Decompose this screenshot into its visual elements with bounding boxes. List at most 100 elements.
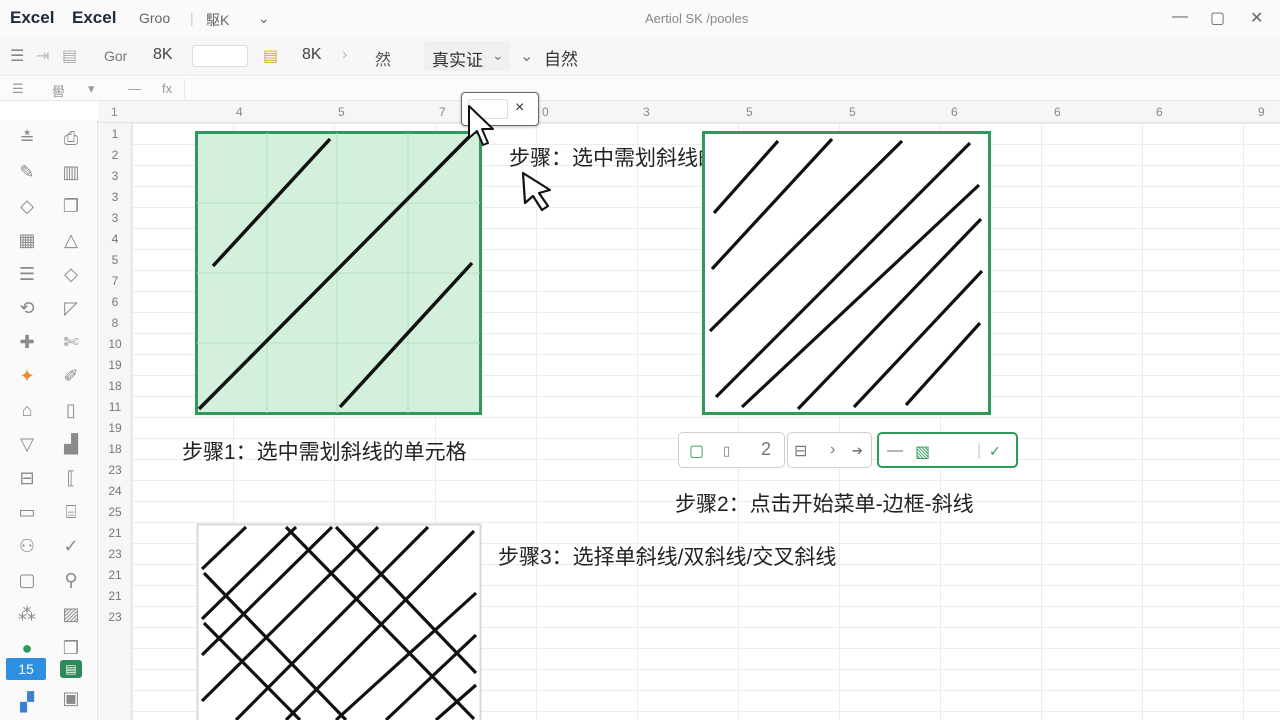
indent-icon[interactable]: ⇥: [36, 46, 49, 66]
row-label[interactable]: 21: [98, 526, 132, 540]
tag-icon[interactable]: ◇: [16, 196, 38, 217]
row-label[interactable]: 21: [98, 568, 132, 582]
shape-icon[interactable]: △: [60, 230, 82, 251]
font-size-select[interactable]: 8K: [153, 46, 173, 64]
column-label[interactable]: 6: [951, 105, 958, 119]
row-label[interactable]: 3: [98, 190, 132, 204]
search-icon[interactable]: ⚲: [60, 570, 82, 591]
row-label[interactable]: 18: [98, 379, 132, 393]
font-size-alt[interactable]: 8K: [302, 46, 322, 64]
fill-color-icon[interactable]: ▤: [263, 46, 278, 66]
check-line-icon[interactable]: ✓: [60, 536, 82, 557]
layout-icon[interactable]: ≛: [16, 128, 38, 149]
copy-icon[interactable]: ❐: [60, 196, 82, 217]
table-icon[interactable]: ▤: [62, 46, 77, 66]
chevron-down-icon[interactable]: ⌄: [520, 46, 533, 66]
row-label[interactable]: 19: [98, 358, 132, 372]
menu-icon[interactable]: ☰: [10, 46, 24, 66]
row-label[interactable]: 21: [98, 589, 132, 603]
book-icon[interactable]: ❒: [60, 638, 82, 659]
formula-input[interactable]: [184, 79, 1274, 98]
column-label[interactable]: 0: [542, 105, 549, 119]
dash-icon[interactable]: —: [887, 442, 903, 460]
ran-button[interactable]: 然: [375, 46, 391, 70]
diagonal-icon[interactable]: ◸: [60, 298, 82, 319]
style-alt-button[interactable]: 自然: [544, 45, 578, 70]
row-label[interactable]: 1: [98, 127, 132, 141]
sheet-icon[interactable]: ▤: [60, 660, 82, 678]
font-size-input[interactable]: [192, 45, 248, 67]
bracket-icon[interactable]: ⟦: [60, 468, 82, 489]
frame-icon[interactable]: ▢: [16, 570, 38, 591]
bag-icon[interactable]: ⌸: [60, 502, 82, 523]
row-label[interactable]: 11: [98, 400, 132, 414]
column-label[interactable]: 5: [338, 105, 345, 119]
row-label[interactable]: 18: [98, 442, 132, 456]
row-label[interactable]: 23: [98, 610, 132, 624]
style-dropdown[interactable]: 真实证 ⌄: [424, 41, 510, 71]
row-label[interactable]: 6: [98, 295, 132, 309]
minimize-button[interactable]: —: [1172, 8, 1188, 26]
tab-groo[interactable]: Groo: [139, 10, 170, 26]
row-label[interactable]: 10: [98, 337, 132, 351]
clipboard-icon[interactable]: ▯: [60, 400, 82, 421]
chevron-right-icon[interactable]: ›: [342, 46, 347, 64]
border-line-icon[interactable]: ▯: [723, 443, 730, 459]
columns-icon[interactable]: ▥: [60, 162, 82, 183]
maximize-button[interactable]: ▢: [1210, 8, 1225, 28]
row-label[interactable]: 5: [98, 253, 132, 267]
menu-icon[interactable]: ☰: [12, 81, 24, 97]
column-label[interactable]: 4: [236, 105, 243, 119]
row-label[interactable]: 19: [98, 421, 132, 435]
column-label[interactable]: 7: [439, 105, 446, 119]
column-label[interactable]: 6: [1156, 105, 1163, 119]
print-icon[interactable]: ⎙: [60, 128, 82, 149]
cart-icon[interactable]: ⊟: [16, 468, 38, 489]
grid-icon[interactable]: ▞: [16, 692, 38, 713]
row-label[interactable]: 23: [98, 547, 132, 561]
row-label[interactable]: 8: [98, 316, 132, 330]
home-icon[interactable]: ⌂: [16, 400, 38, 421]
row-label[interactable]: 4: [98, 232, 132, 246]
star-icon[interactable]: ✦: [16, 366, 38, 387]
confirm-check-button[interactable]: ✓: [989, 443, 1001, 460]
row-label[interactable]: 3: [98, 169, 132, 183]
step2-cell[interactable]: [702, 131, 991, 415]
link-icon[interactable]: ⟲: [16, 298, 38, 319]
edit-icon[interactable]: ✐: [60, 366, 82, 387]
row-label[interactable]: 23: [98, 463, 132, 477]
save-icon[interactable]: ▣: [60, 688, 82, 709]
row-label[interactable]: 24: [98, 484, 132, 498]
border-width-value[interactable]: 2: [761, 439, 771, 460]
column-label[interactable]: 1: [111, 105, 118, 119]
diagonal-border-icon[interactable]: ▧: [915, 442, 930, 462]
diamond-icon[interactable]: ◇: [60, 264, 82, 285]
row-label[interactable]: 7: [98, 274, 132, 288]
cancel-icon[interactable]: —: [128, 81, 141, 96]
sparkle-icon[interactable]: ⁂: [16, 604, 38, 625]
column-label[interactable]: 5: [849, 105, 856, 119]
chevron-down-icon[interactable]: ⌄: [258, 10, 270, 27]
close-window-button[interactable]: ✕: [1250, 8, 1263, 28]
column-label[interactable]: 9: [1258, 105, 1265, 119]
function-button[interactable]: fx: [162, 81, 172, 96]
funnel-icon[interactable]: ▽: [16, 434, 38, 455]
row-label[interactable]: 3: [98, 211, 132, 225]
border-minus-icon[interactable]: ⊟: [794, 441, 807, 461]
row-label[interactable]: 2: [98, 148, 132, 162]
table-icon[interactable]: ▦: [16, 230, 38, 251]
number-badge[interactable]: 15: [6, 658, 46, 680]
row-label[interactable]: 25: [98, 505, 132, 519]
page-icon[interactable]: ▭: [16, 502, 38, 523]
border-box-icon[interactable]: ▢: [689, 441, 704, 461]
circle-icon[interactable]: ●: [16, 638, 38, 659]
arrow-right-icon[interactable]: ➔: [852, 443, 863, 459]
font-name-select[interactable]: Gor: [104, 48, 127, 64]
step3-cell[interactable]: [196, 523, 482, 720]
chevron-down-icon[interactable]: ▾: [88, 81, 95, 97]
column-label[interactable]: 3: [643, 105, 650, 119]
chevron-right-icon[interactable]: ›: [830, 441, 835, 459]
rows-icon[interactable]: ☰: [16, 264, 38, 285]
people-icon[interactable]: ⚇: [16, 536, 38, 557]
pen-icon[interactable]: ✎: [16, 162, 38, 183]
